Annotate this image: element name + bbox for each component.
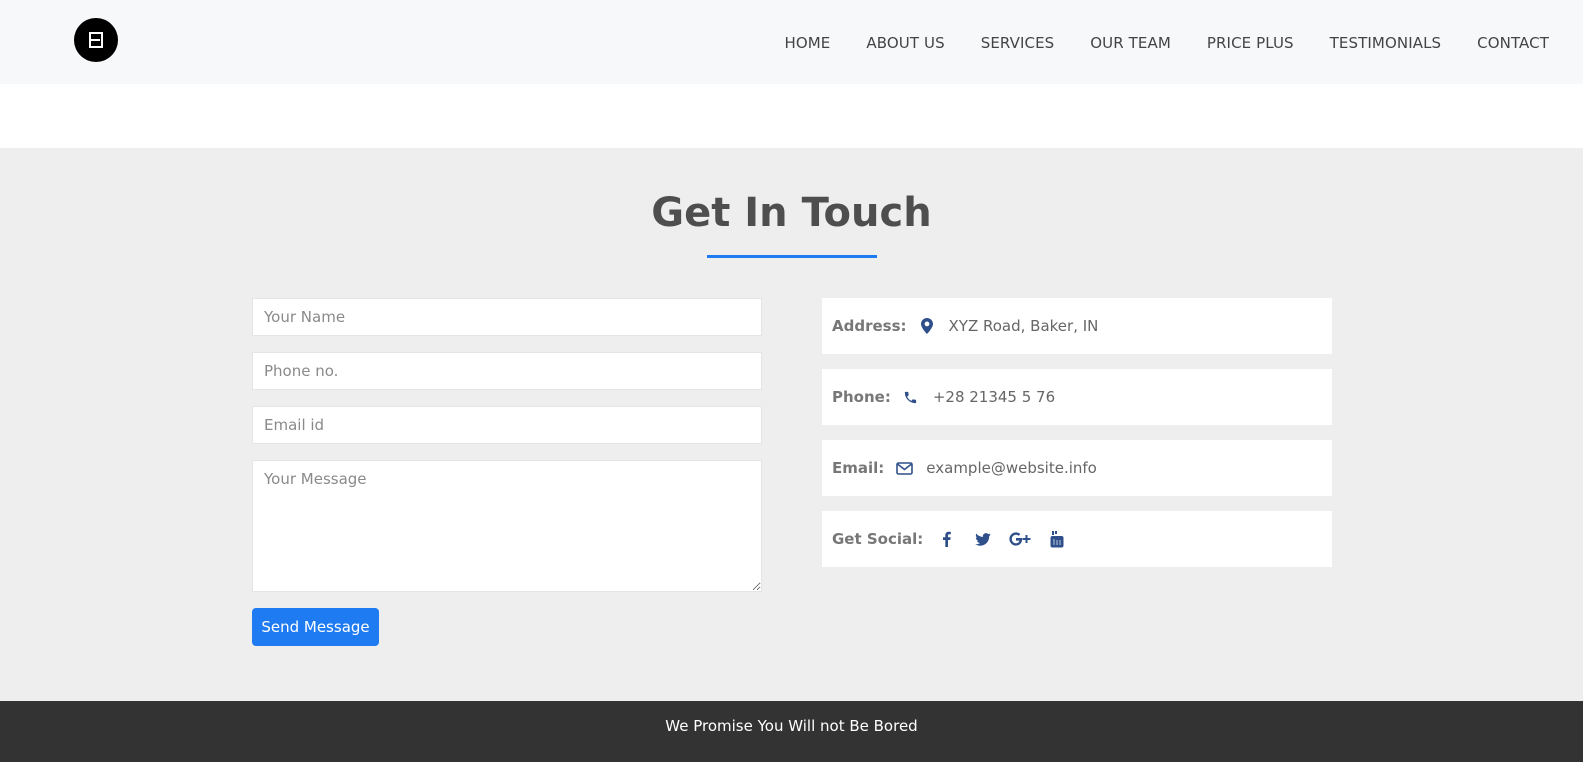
nav-services[interactable]: SERVICES [981,34,1055,52]
phone-card: Phone: +28 21345 5 76 [822,369,1332,425]
phone-icon [901,390,921,405]
phone-value: +28 21345 5 76 [932,388,1056,406]
nav-about-us[interactable]: ABOUT US [866,34,944,52]
brand-logo[interactable] [74,18,118,62]
nav-testimonials[interactable]: TESTIMONIALS [1330,34,1441,52]
phone-input[interactable] [252,352,762,390]
address-value: XYZ Road, Baker, IN [948,317,1099,335]
email-value: example@website.info [926,459,1097,477]
google-plus-icon[interactable] [1007,526,1033,552]
twitter-icon[interactable] [970,526,996,552]
navbar: HOME ABOUT US SERVICES OUR TEAM PRICE PL… [0,0,1583,84]
main-nav: HOME ABOUT US SERVICES OUR TEAM PRICE PL… [748,0,1549,84]
brand-logo-icon [87,31,105,49]
title-underline [707,255,877,258]
social-card: Get Social: [822,511,1332,567]
section-title: Get In Touch [651,190,932,236]
send-message-button[interactable]: Send Message [252,608,379,646]
contact-section: Get In Touch Send Message Address: XYZ R… [0,148,1583,701]
facebook-icon[interactable] [933,526,959,552]
phone-label: Phone: [832,388,891,406]
social-label: Get Social: [832,530,924,548]
email-label: Email: [832,459,885,477]
name-input[interactable] [252,298,762,336]
nav-price-plus[interactable]: PRICE PLUS [1207,34,1294,52]
nav-contact[interactable]: CONTACT [1477,34,1549,52]
footer-text: We Promise You Will not Be Bored [665,717,918,735]
nav-home[interactable]: HOME [784,34,830,52]
youtube-icon[interactable] [1044,526,1070,552]
nav-our-team[interactable]: OUR TEAM [1090,34,1171,52]
message-textarea[interactable] [252,460,762,592]
footer: We Promise You Will not Be Bored [0,701,1583,762]
email-card: Email: example@website.info [822,440,1332,496]
address-card: Address: XYZ Road, Baker, IN [822,298,1332,354]
email-input[interactable] [252,406,762,444]
envelope-icon [894,461,914,475]
address-label: Address: [832,317,907,335]
map-marker-icon [917,318,937,334]
